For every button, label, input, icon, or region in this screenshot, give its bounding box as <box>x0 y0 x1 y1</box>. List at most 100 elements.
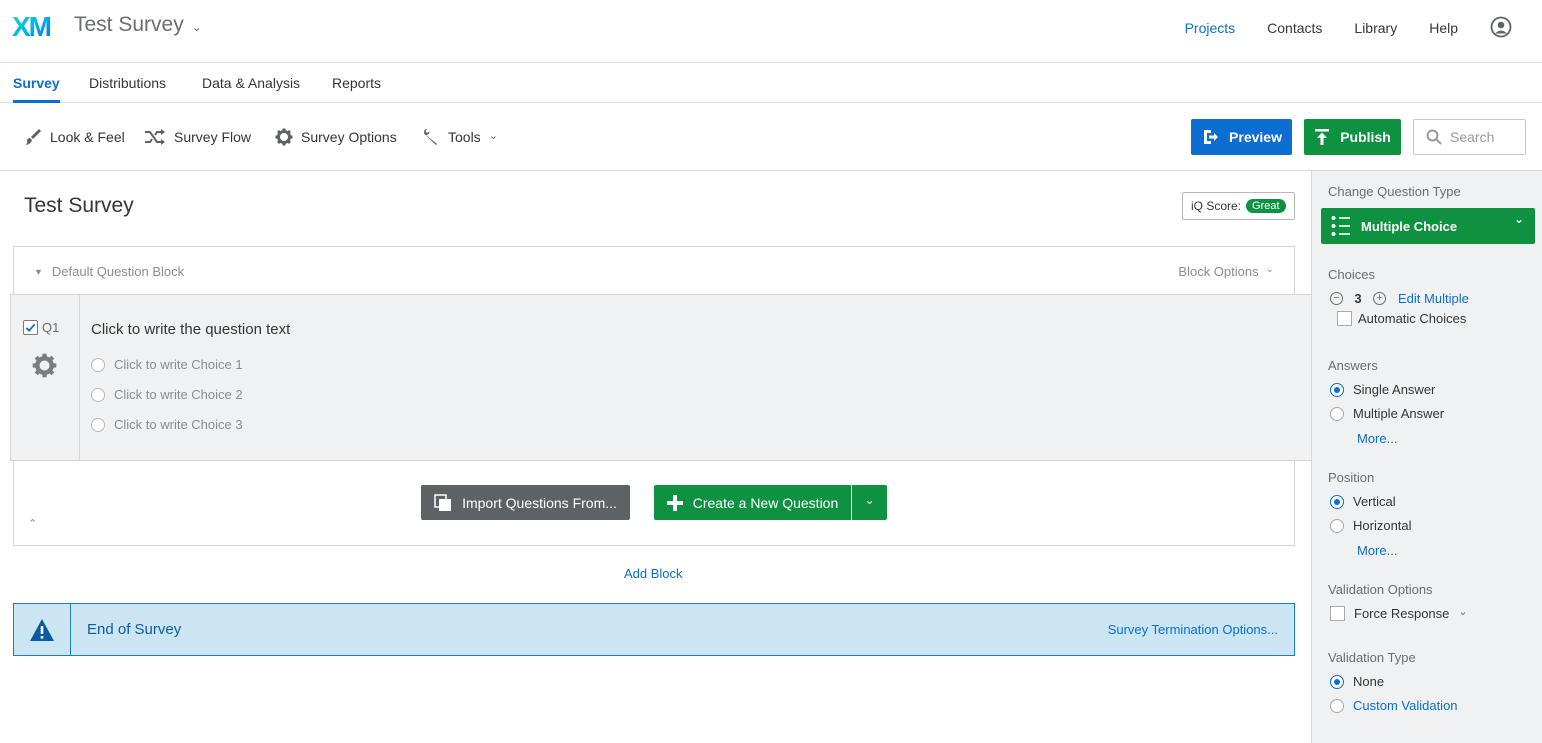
tools-dropdown[interactable]: Tools ⌄ <box>422 128 498 146</box>
survey-options-label: Survey Options <box>301 129 397 145</box>
automatic-choices-label: Automatic Choices <box>1358 311 1467 326</box>
tab-reports[interactable]: Reports <box>332 63 381 103</box>
question-text[interactable]: Click to write the question text <box>91 321 290 338</box>
create-question-button[interactable]: Create a New Question <box>654 485 851 520</box>
import-questions-label: Import Questions From... <box>462 494 617 511</box>
paintbrush-icon <box>26 129 41 145</box>
publish-icon <box>1315 129 1330 145</box>
choice-radio[interactable] <box>91 387 105 402</box>
chevron-down-icon: ⌄ <box>191 19 202 34</box>
horizontal-option[interactable]: Horizontal <box>1330 518 1412 533</box>
user-account-icon[interactable] <box>1490 16 1512 38</box>
custom-validation-label[interactable]: Custom Validation <box>1353 698 1458 713</box>
multiple-answer-label: Multiple Answer <box>1353 406 1445 421</box>
survey-termination-options-link[interactable]: Survey Termination Options... <box>1108 622 1278 637</box>
vertical-option[interactable]: Vertical <box>1330 494 1396 509</box>
answers-more-link[interactable]: More... <box>1357 431 1397 446</box>
chevron-down-icon: ⌄ <box>488 129 498 142</box>
survey-flow-button[interactable]: Survey Flow <box>144 128 251 146</box>
tab-distributions[interactable]: Distributions <box>89 63 166 103</box>
question-select-checkbox[interactable] <box>23 320 38 335</box>
block-header: ▼ Default Question Block Block Options ⌄ <box>14 247 1294 295</box>
nav-help[interactable]: Help <box>1429 20 1458 36</box>
choice-label[interactable]: Click to write Choice 1 <box>114 357 243 372</box>
tools-label: Tools <box>448 129 481 145</box>
wrench-icon <box>424 129 437 145</box>
import-questions-button[interactable]: Import Questions From... <box>421 485 630 520</box>
horizontal-radio[interactable] <box>1330 518 1344 533</box>
multiple-answer-option[interactable]: Multiple Answer <box>1330 406 1444 421</box>
choice-radio[interactable] <box>91 417 105 432</box>
project-title-dropdown[interactable]: Test Survey ⌄ <box>74 13 202 37</box>
preview-button[interactable]: Preview <box>1191 119 1292 155</box>
multiple-answer-radio[interactable] <box>1330 406 1344 421</box>
nav-projects[interactable]: Projects <box>1185 20 1236 36</box>
look-feel-label: Look & Feel <box>50 129 125 145</box>
single-answer-label: Single Answer <box>1353 382 1436 397</box>
top-header: XM Test Survey ⌄ Projects Contacts Libra… <box>0 0 1542 63</box>
custom-validation-option[interactable]: Custom Validation <box>1330 698 1458 713</box>
choices-label: Choices <box>1328 267 1375 282</box>
tab-survey[interactable]: Survey <box>13 63 60 103</box>
validation-options-label: Validation Options <box>1328 582 1433 597</box>
vertical-radio[interactable] <box>1330 494 1344 509</box>
question-type-dropdown[interactable]: Multiple Choice ⌄ <box>1321 208 1535 244</box>
chevron-down-icon: ⌄ <box>1513 212 1524 226</box>
publish-button[interactable]: Publish <box>1304 119 1401 155</box>
question-q1[interactable]: Q1 Click to write the question text Clic… <box>10 294 1311 461</box>
force-response-checkbox[interactable] <box>1330 606 1345 621</box>
xm-logo[interactable]: XM <box>12 11 56 41</box>
collapse-block-icon[interactable]: ⌃ <box>28 517 37 530</box>
validation-none-radio[interactable] <box>1330 674 1344 689</box>
plus-icon <box>666 494 683 511</box>
choice-2[interactable]: Click to write Choice 2 <box>91 387 243 402</box>
end-of-survey-label: End of Survey <box>87 621 182 638</box>
block-name-label: Default Question Block <box>51 264 185 279</box>
publish-label: Publish <box>1340 129 1391 145</box>
search-field[interactable] <box>1413 119 1526 155</box>
nav-library[interactable]: Library <box>1354 20 1397 36</box>
chevron-down-icon[interactable]: ⌄ <box>1458 605 1467 618</box>
tab-data-analysis[interactable]: Data & Analysis <box>202 63 300 103</box>
position-label: Position <box>1328 470 1375 485</box>
block-options-dropdown[interactable]: Block Options ⌄ <box>1178 264 1274 279</box>
checkmark-icon <box>25 323 36 333</box>
horizontal-label: Horizontal <box>1353 518 1412 533</box>
vertical-label: Vertical <box>1353 494 1396 509</box>
caret-down-icon[interactable]: ▼ <box>34 267 43 277</box>
survey-flow-label: Survey Flow <box>174 129 252 145</box>
survey-toolbar: Look & Feel Survey Flow Survey Options T… <box>0 103 1542 171</box>
choice-3[interactable]: Click to write Choice 3 <box>91 417 243 432</box>
force-response-label: Force Response <box>1354 606 1450 621</box>
block-name[interactable]: ▼ Default Question Block <box>34 264 184 279</box>
search-input[interactable] <box>1450 129 1520 145</box>
automatic-choices-checkbox[interactable] <box>1337 311 1352 326</box>
validation-none-option[interactable]: None <box>1330 674 1384 689</box>
iq-score[interactable]: iQ Score: Great <box>1182 192 1295 220</box>
single-answer-radio[interactable] <box>1330 382 1344 397</box>
add-block-link[interactable]: Add Block <box>624 566 683 581</box>
iq-score-label: iQ Score: <box>1191 199 1242 213</box>
choice-label[interactable]: Click to write Choice 2 <box>114 387 243 402</box>
look-feel-button[interactable]: Look & Feel <box>24 128 125 146</box>
question-type-label: Multiple Choice <box>1361 218 1458 234</box>
minus-icon[interactable]: − <box>1330 292 1343 305</box>
end-icon-cell <box>14 604 71 655</box>
single-answer-option[interactable]: Single Answer <box>1330 382 1435 397</box>
position-more-link[interactable]: More... <box>1357 543 1397 558</box>
iq-score-badge: Great <box>1246 199 1286 213</box>
answers-label: Answers <box>1328 358 1378 373</box>
choice-label[interactable]: Click to write Choice 3 <box>114 417 243 432</box>
survey-title[interactable]: Test Survey <box>24 194 134 218</box>
custom-validation-radio[interactable] <box>1330 698 1344 713</box>
automatic-choices-option[interactable]: Automatic Choices <box>1337 311 1466 326</box>
survey-options-button[interactable]: Survey Options <box>275 128 397 146</box>
choice-radio[interactable] <box>91 357 105 372</box>
nav-contacts[interactable]: Contacts <box>1267 20 1322 36</box>
plus-icon[interactable]: + <box>1373 292 1386 305</box>
choice-1[interactable]: Click to write Choice 1 <box>91 357 243 372</box>
create-question-dropdown[interactable]: ⌄ <box>852 485 887 520</box>
force-response-option[interactable]: Force Response ⌄ <box>1330 606 1468 621</box>
edit-multiple-link[interactable]: Edit Multiple <box>1398 291 1469 306</box>
gear-icon[interactable] <box>32 353 57 378</box>
